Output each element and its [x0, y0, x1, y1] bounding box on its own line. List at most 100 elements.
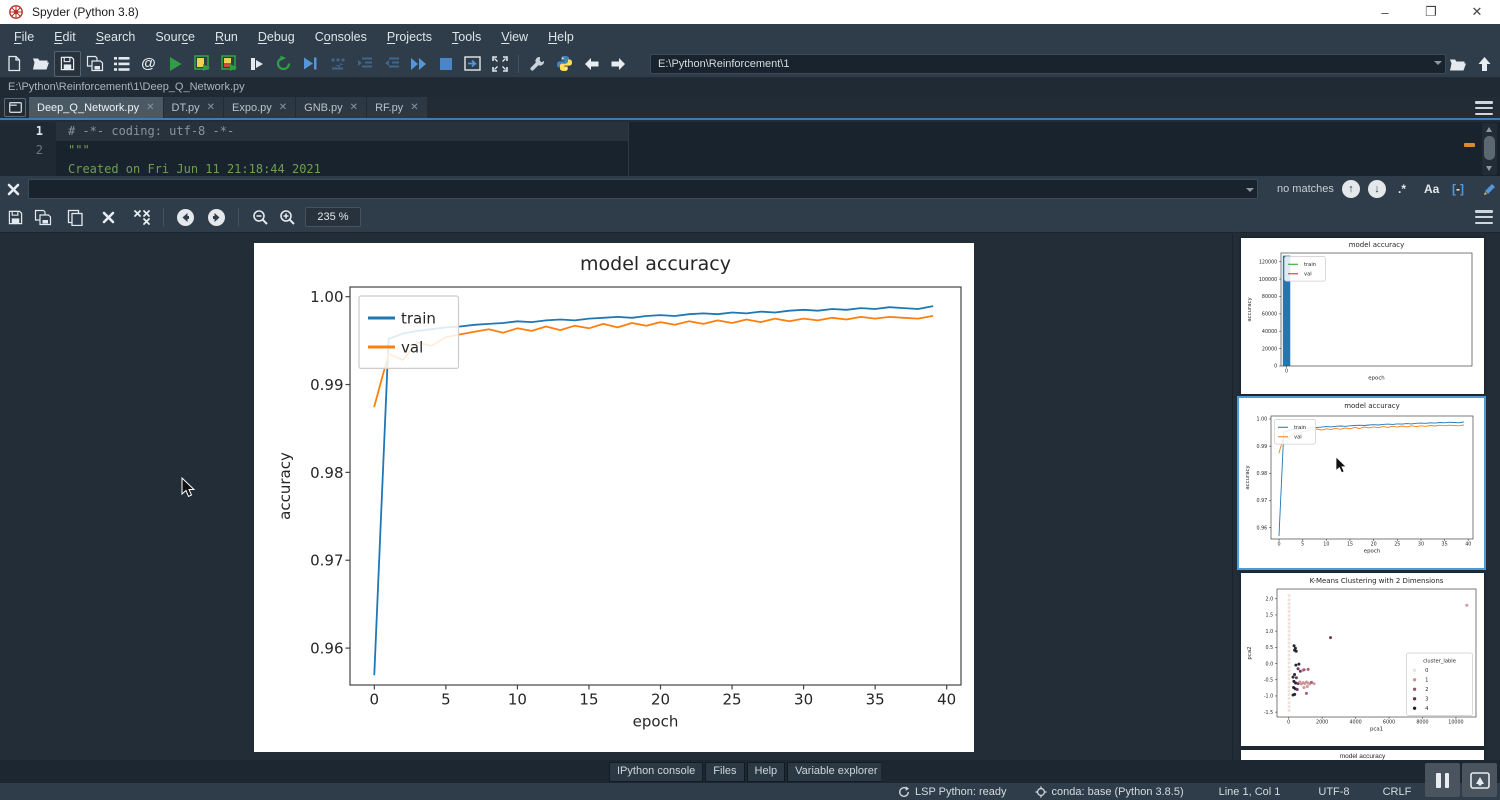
symbol-finder-icon[interactable]: @	[135, 51, 162, 77]
pane-tab-files[interactable]: Files	[705, 762, 744, 782]
svg-text:train: train	[1294, 425, 1306, 431]
step-over-icon[interactable]	[324, 51, 351, 77]
browse-tabs-button[interactable]	[4, 98, 26, 117]
thumbnail-selected[interactable]: 05101520253035400.960.970.980.991.00mode…	[1237, 396, 1486, 570]
code-line[interactable]: 2"""	[0, 141, 1500, 160]
step-return-icon[interactable]	[378, 51, 405, 77]
step-into-icon[interactable]	[351, 51, 378, 77]
run-selection-icon[interactable]	[243, 51, 270, 77]
thumbnail-line-chart[interactable]: 05101520253035400.960.970.980.991.00mode…	[1240, 399, 1483, 567]
svg-text:20: 20	[1371, 542, 1377, 548]
menu-projects[interactable]: Projects	[377, 24, 442, 50]
next-plot-icon[interactable]	[203, 204, 230, 230]
plots-options-icon[interactable]	[1475, 210, 1493, 224]
menu-debug[interactable]: Debug	[248, 24, 305, 50]
menu-tools[interactable]: Tools	[442, 24, 491, 50]
menu-view[interactable]: View	[491, 24, 538, 50]
editor-tab-dt-py[interactable]: DT.py✕	[164, 97, 224, 118]
plot-close-all-icon[interactable]	[128, 204, 155, 230]
plot-image-button[interactable]	[1462, 763, 1497, 797]
editor-scrollbar[interactable]	[1482, 123, 1497, 175]
lsp-status[interactable]: LSP Python: ready	[898, 786, 1007, 798]
plot-save-icon[interactable]	[2, 204, 29, 230]
editor-tab-gnb-py[interactable]: GNB.py✕	[296, 97, 366, 118]
case-sensitive-toggle-icon[interactable]: Aa	[1424, 176, 1439, 202]
maximize-pane-icon[interactable]	[459, 51, 486, 77]
menu-search[interactable]: Search	[86, 24, 146, 50]
highlight-matches-icon[interactable]	[1482, 182, 1497, 202]
menu-help[interactable]: Help	[538, 24, 584, 50]
code-editor[interactable]: 1# -*- coding: utf-8 -*-2"""Created on F…	[0, 122, 1500, 176]
find-input[interactable]	[28, 179, 1258, 199]
mouse-cursor	[181, 477, 197, 499]
continue-icon[interactable]	[405, 51, 432, 77]
menu-source[interactable]: Source	[145, 24, 205, 50]
scroll-up-icon[interactable]	[1486, 127, 1492, 132]
menu-edit[interactable]: Edit	[44, 24, 86, 50]
scroll-down-icon[interactable]	[1486, 166, 1492, 171]
run-cell-icon[interactable]	[189, 51, 216, 77]
find-close-icon[interactable]	[0, 183, 26, 196]
tab-close-icon[interactable]: ✕	[146, 102, 154, 113]
regex-toggle-icon[interactable]: .*	[1398, 176, 1406, 202]
thumbnail-partial[interactable]: model accuracy	[1241, 750, 1484, 760]
close-button[interactable]: ✕	[1454, 0, 1500, 24]
save-all-icon[interactable]	[81, 51, 108, 77]
previous-plot-icon[interactable]	[172, 204, 199, 230]
pane-tab-variable-explorer[interactable]: Variable explorer	[787, 762, 881, 782]
preferences-wrench-icon[interactable]	[524, 51, 551, 77]
rerun-icon[interactable]	[270, 51, 297, 77]
thumbnail-bar-chart[interactable]: 0020000400006000080000100000120000model …	[1241, 238, 1484, 394]
minimize-button[interactable]: –	[1362, 0, 1408, 24]
zoom-out-icon[interactable]	[247, 204, 274, 230]
find-dropdown-caret[interactable]	[1246, 188, 1254, 192]
python-path-icon[interactable]	[551, 51, 578, 77]
menu-run[interactable]: Run	[205, 24, 248, 50]
new-file-icon[interactable]	[0, 51, 27, 77]
plot-copy-icon[interactable]	[62, 204, 89, 230]
pause-button[interactable]	[1425, 763, 1460, 797]
zoom-level-field[interactable]: 235 %	[305, 207, 361, 227]
find-bar: no matches ↑ ↓ .* Aa [-]	[0, 176, 1500, 202]
menu-consoles[interactable]: Consoles	[305, 24, 377, 50]
editor-tab-deep_q_network-py[interactable]: Deep_Q_Network.py✕	[29, 97, 163, 118]
browse-directory-icon[interactable]	[1444, 51, 1471, 77]
run-cell-advance-icon[interactable]	[216, 51, 243, 77]
run-file-icon[interactable]	[162, 51, 189, 77]
open-file-icon[interactable]	[27, 51, 54, 77]
back-icon[interactable]	[578, 51, 605, 77]
working-directory-input[interactable]	[650, 54, 1446, 74]
save-icon[interactable]	[54, 51, 81, 77]
editor-tab-rf-py[interactable]: RF.py✕	[367, 97, 427, 118]
fullscreen-icon[interactable]	[486, 51, 513, 77]
tab-close-icon[interactable]: ✕	[350, 102, 358, 113]
thumbnail-scatter-chart[interactable]: 0200040006000800010000-1.5-1.0-0.50.00.5…	[1241, 573, 1484, 746]
outline-icon[interactable]	[108, 51, 135, 77]
stop-icon[interactable]	[432, 51, 459, 77]
plot-close-icon[interactable]	[95, 204, 122, 230]
whole-word-toggle-icon[interactable]: [-]	[1452, 176, 1464, 202]
editor-tab-expo-py[interactable]: Expo.py✕	[224, 97, 295, 118]
find-next-icon[interactable]: ↓	[1368, 180, 1386, 198]
pane-tab-help[interactable]: Help	[747, 762, 786, 782]
tab-close-icon[interactable]: ✕	[279, 102, 287, 113]
find-previous-icon[interactable]: ↑	[1342, 180, 1360, 198]
svg-text:0: 0	[1425, 668, 1428, 674]
code-line[interactable]: Created on Fri Jun 11 21:18:44 2021	[0, 160, 1500, 176]
scrollbar-thumb[interactable]	[1484, 136, 1495, 160]
path-dropdown-caret[interactable]	[1434, 61, 1442, 65]
parent-directory-icon[interactable]	[1471, 51, 1498, 77]
editor-options-icon[interactable]	[1475, 101, 1493, 115]
tab-close-icon[interactable]: ✕	[207, 102, 215, 113]
forward-icon[interactable]	[605, 51, 632, 77]
interpreter-status[interactable]: conda: base (Python 3.8.5)	[1035, 786, 1184, 798]
pane-tab-ipython-console[interactable]: IPython console	[609, 762, 703, 782]
debug-run-icon[interactable]	[297, 51, 324, 77]
restore-button[interactable]: ❐	[1408, 0, 1454, 24]
code-line[interactable]: 1# -*- coding: utf-8 -*-	[0, 122, 1500, 141]
plot-save-all-icon[interactable]	[29, 204, 56, 230]
menu-file[interactable]: File	[4, 24, 44, 50]
svg-text:0.5: 0.5	[1266, 645, 1274, 651]
tab-close-icon[interactable]: ✕	[410, 102, 418, 113]
zoom-in-icon[interactable]	[274, 204, 301, 230]
